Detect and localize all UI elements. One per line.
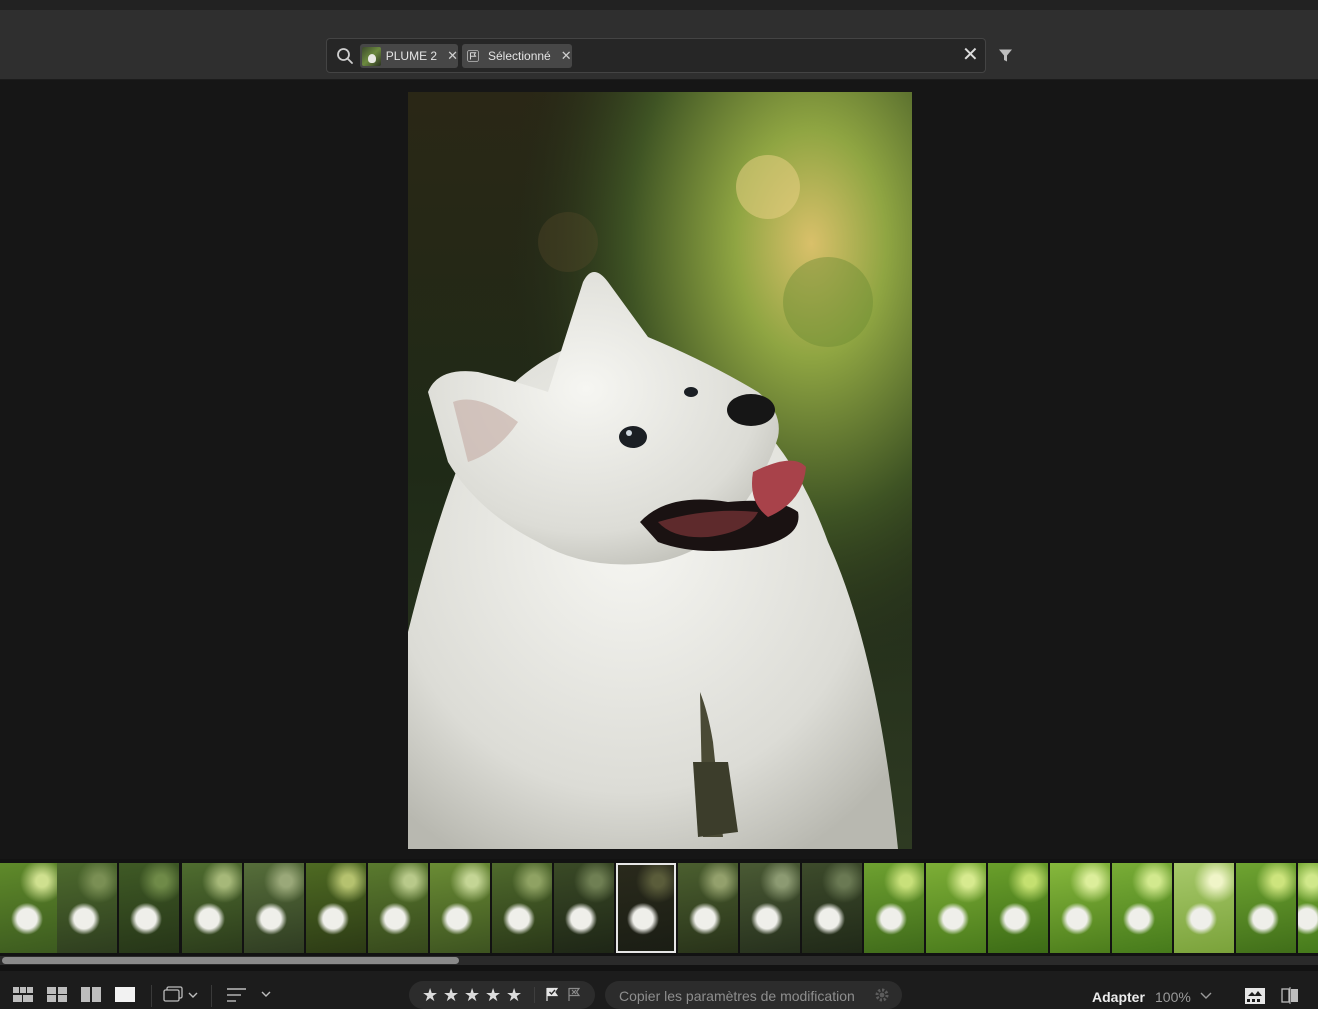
window-titlebar (0, 0, 1318, 10)
filmstrip-thumbnail[interactable] (1050, 863, 1110, 953)
remove-album-chip-icon[interactable]: ✕ (447, 48, 458, 64)
bottom-toolbar: ★ ★ ★ ★ ★ Copier les paramètres de modif… (0, 971, 1318, 1009)
filmstrip-thumbnail[interactable] (988, 863, 1048, 953)
filmstrip-thumbnails (0, 863, 1318, 953)
rating-flag-group: ★ ★ ★ ★ ★ (409, 981, 595, 1009)
filmstrip-thumbnail[interactable] (1236, 863, 1296, 953)
before-after-icon[interactable] (1281, 987, 1299, 1004)
toolbar-divider (211, 985, 212, 1007)
filmstrip (0, 859, 1318, 971)
rating-star-5[interactable]: ★ (506, 985, 522, 1005)
clear-search-icon[interactable]: ✕ (962, 45, 979, 65)
flag-chip-label: Sélectionné (488, 49, 551, 63)
rating-star-1[interactable]: ★ (422, 985, 438, 1005)
search-bar[interactable]: PLUME 2 ✕ Sélectionné ✕ ✕ (326, 38, 986, 73)
filmstrip-thumbnail[interactable] (368, 863, 428, 953)
filmstrip-thumbnail[interactable] (119, 863, 179, 953)
dog-photo-image (408, 92, 912, 849)
filmstrip-scroll-thumb[interactable] (2, 957, 459, 964)
zoom-level-dropdown[interactable]: 100% (1155, 989, 1191, 1005)
sort-menu-icon[interactable] (226, 987, 274, 1003)
copy-edit-settings-label: Copier les paramètres de modification (619, 988, 855, 1004)
filmstrip-thumbnail[interactable] (430, 863, 490, 953)
filmstrip-thumbnail[interactable] (1298, 863, 1318, 953)
copy-edit-settings-button[interactable]: Copier les paramètres de modification (605, 981, 902, 1009)
toolbar-divider (151, 985, 152, 1007)
flag-pick-icon[interactable] (545, 987, 559, 1002)
filmstrip-toggle-icon[interactable] (1245, 988, 1265, 1004)
photo-viewer (0, 81, 1318, 859)
filmstrip-thumbnail[interactable] (678, 863, 738, 953)
filmstrip-thumbnail[interactable] (554, 863, 614, 953)
square-grid-view-icon[interactable] (13, 987, 33, 1002)
filmstrip-thumbnail[interactable] (926, 863, 986, 953)
fit-zoom-button[interactable]: Adapter (1092, 989, 1145, 1005)
album-filter-chip[interactable]: PLUME 2 ✕ (360, 44, 458, 68)
compare-view-icon[interactable] (81, 987, 101, 1002)
filmstrip-scrollbar[interactable] (0, 956, 1318, 965)
filmstrip-thumbnail[interactable] (740, 863, 800, 953)
search-icon[interactable] (336, 47, 354, 65)
chevron-down-icon[interactable] (1200, 991, 1212, 1000)
album-chip-label: PLUME 2 (385, 49, 438, 63)
remove-flag-chip-icon[interactable]: ✕ (561, 48, 572, 64)
detail-view-icon[interactable] (115, 987, 135, 1002)
gear-icon[interactable] (874, 987, 890, 1003)
top-bar: PLUME 2 ✕ Sélectionné ✕ ✕ (0, 10, 1318, 80)
album-thumbnail-icon (362, 46, 381, 66)
filmstrip-thumbnail[interactable] (864, 863, 924, 953)
filmstrip-thumbnail[interactable] (1112, 863, 1172, 953)
rating-star-4[interactable]: ★ (485, 985, 501, 1005)
filmstrip-thumbnail[interactable] (0, 863, 60, 953)
filter-icon[interactable] (998, 48, 1013, 63)
filmstrip-thumbnail[interactable] (492, 863, 552, 953)
filmstrip-thumbnail[interactable] (57, 863, 117, 953)
filmstrip-thumbnail[interactable] (802, 863, 862, 953)
filmstrip-thumbnail[interactable] (182, 863, 242, 953)
lightroom-app: PLUME 2 ✕ Sélectionné ✕ ✕ ★ ★ ★ ★ ★ Copi… (0, 0, 1318, 1009)
flag-icon (467, 50, 479, 62)
rating-star-3[interactable]: ★ (464, 985, 480, 1005)
main-photo[interactable] (408, 92, 912, 849)
rating-divider (534, 987, 535, 1003)
filmstrip-thumbnail[interactable] (306, 863, 366, 953)
filmstrip-thumbnail[interactable] (244, 863, 304, 953)
rating-star-2[interactable]: ★ (443, 985, 459, 1005)
flag-reject-icon[interactable] (567, 987, 581, 1002)
filmstrip-thumbnail[interactable] (616, 863, 676, 953)
slideshow-menu-icon[interactable] (163, 986, 201, 1004)
photo-grid-view-icon[interactable] (47, 987, 67, 1002)
filmstrip-thumbnail[interactable] (1174, 863, 1234, 953)
flag-filter-chip[interactable]: Sélectionné ✕ (462, 44, 572, 68)
